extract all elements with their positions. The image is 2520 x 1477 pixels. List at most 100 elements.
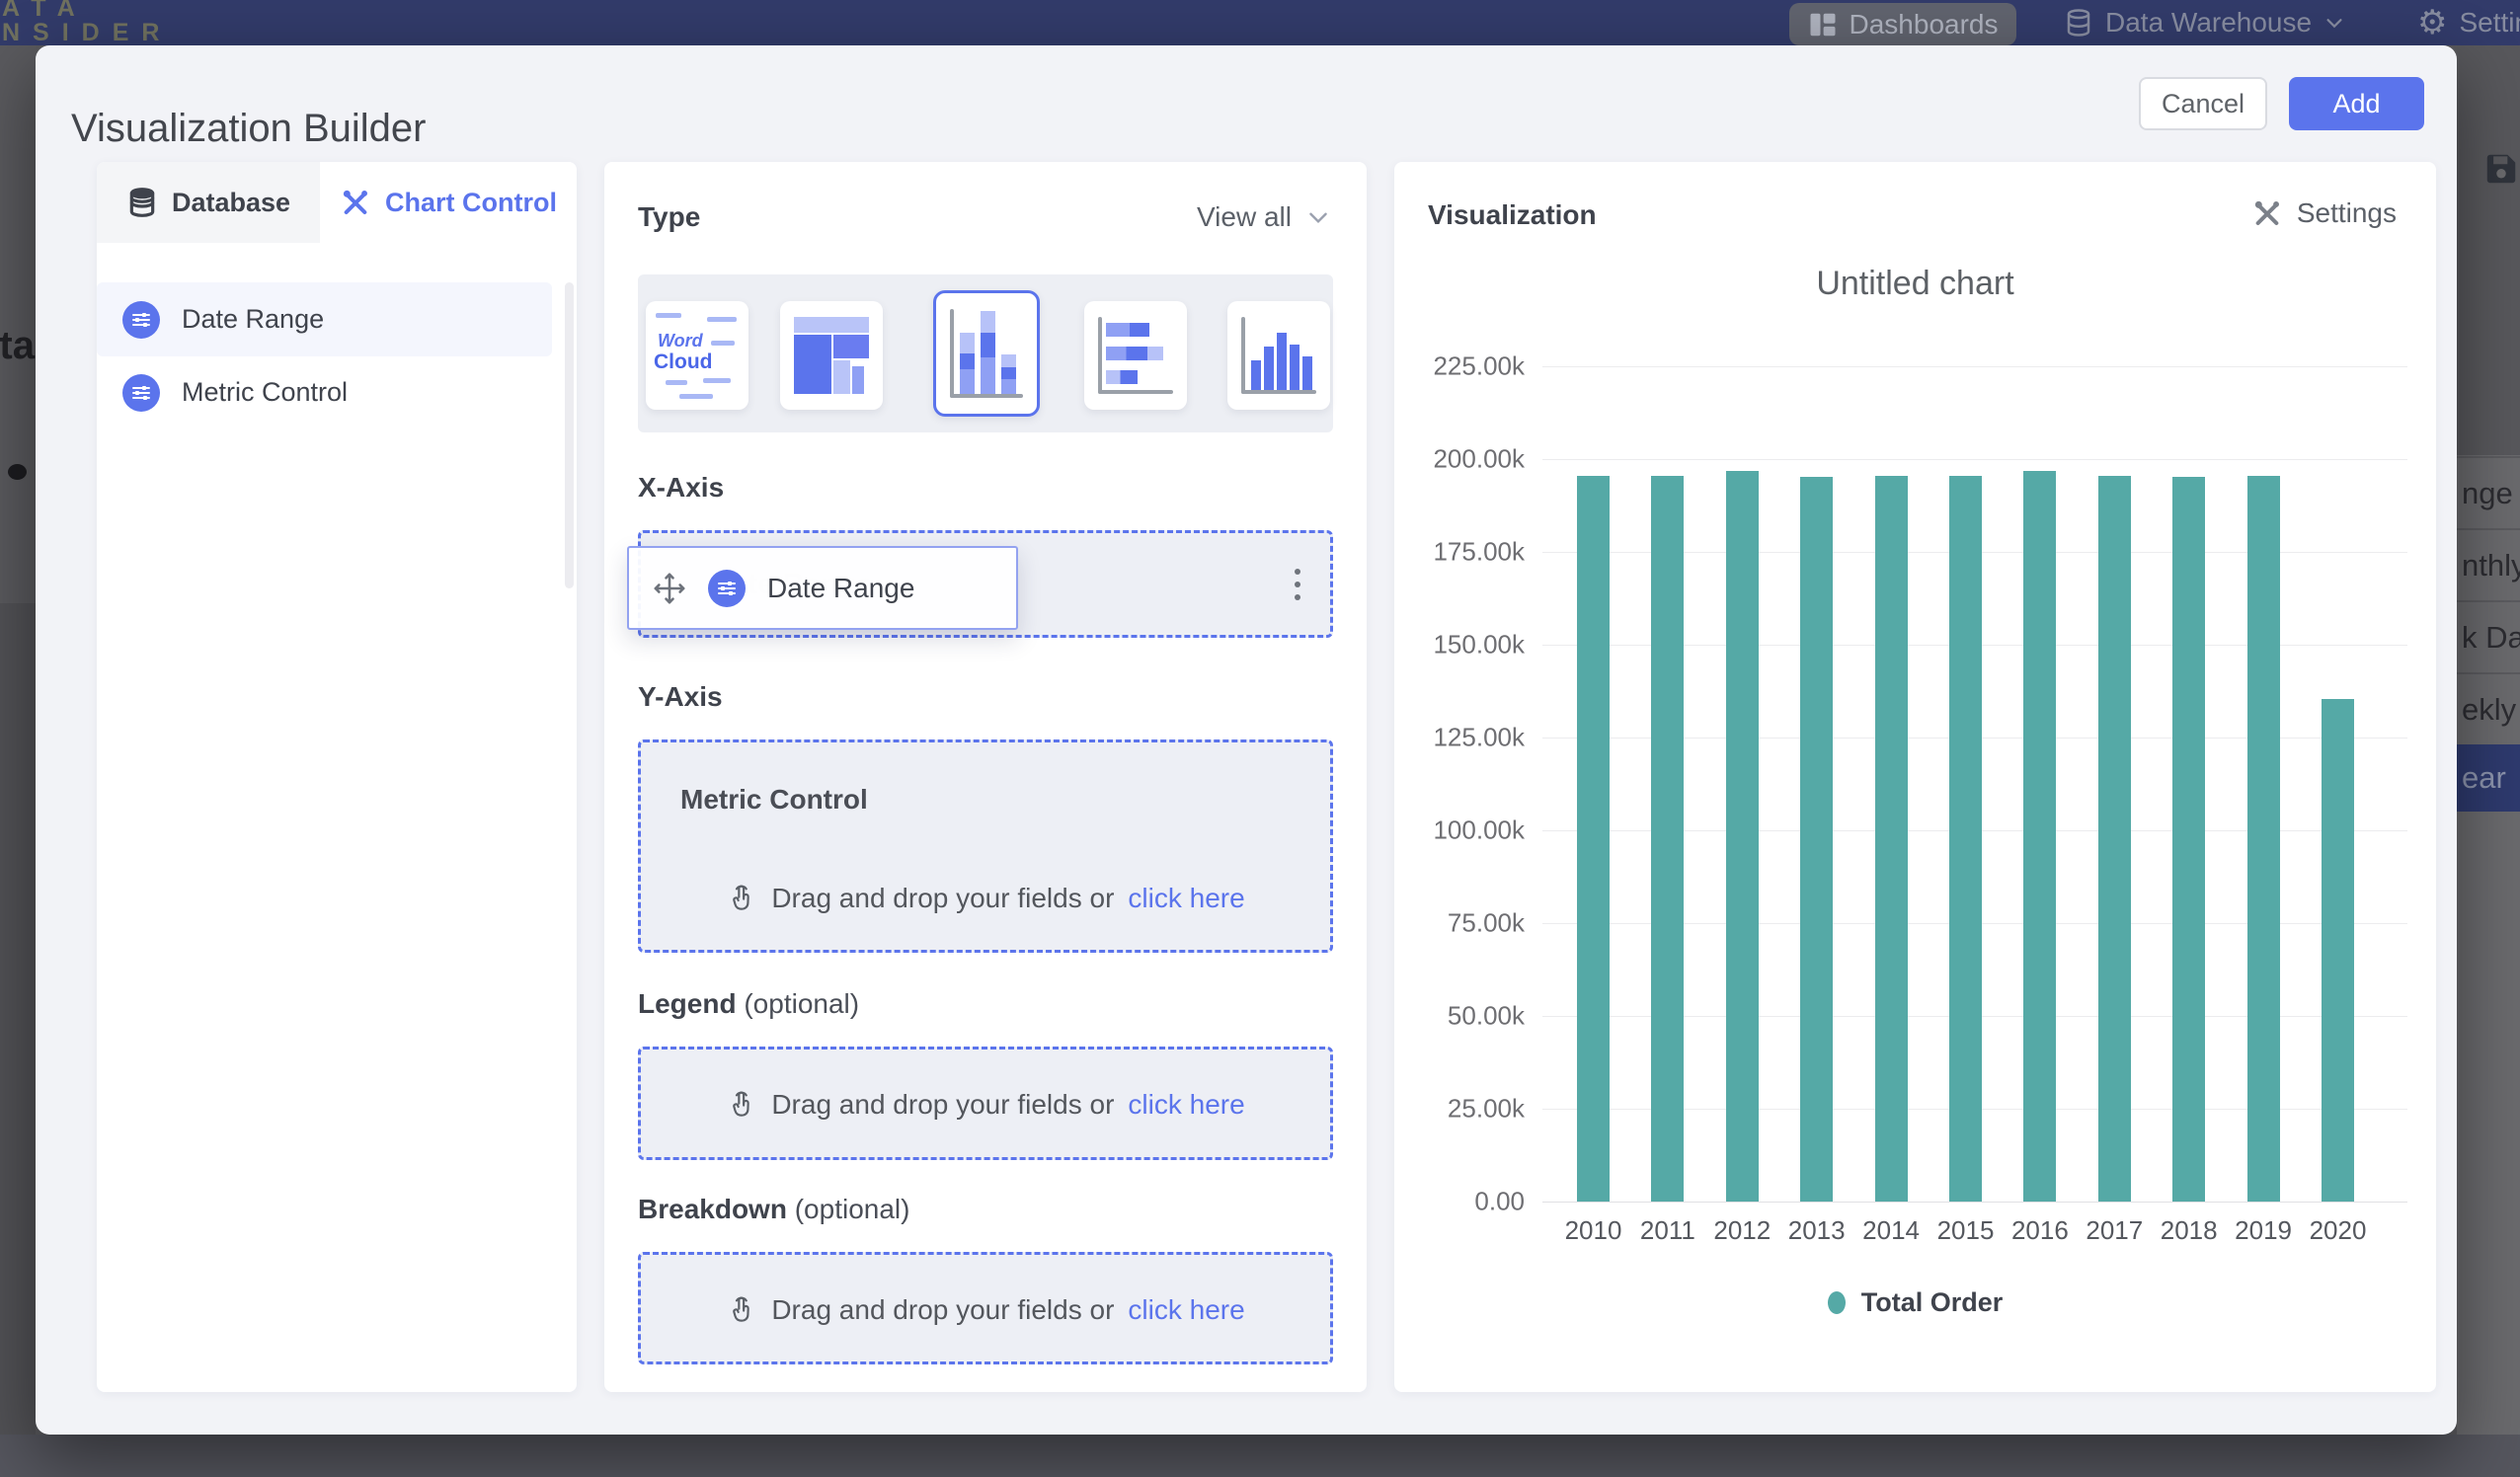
y-tick-label: 150.00k — [1406, 630, 1525, 661]
fields-panel: Database Chart Control Date Range Metric … — [97, 162, 577, 1392]
tools-icon — [340, 187, 371, 218]
view-all-dropdown[interactable]: View all — [1197, 201, 1331, 233]
mini-bar — [1264, 347, 1274, 390]
x-axis-label: X-Axis — [638, 472, 724, 504]
breakdown-drop-zone[interactable]: Drag and drop your fields or click here — [638, 1252, 1333, 1364]
mini-axis — [1098, 390, 1173, 394]
dragged-field-chip[interactable]: Date Range — [627, 546, 1018, 630]
legend-drop-zone[interactable]: Drag and drop your fields or click here — [638, 1047, 1333, 1160]
bar-2015[interactable] — [1949, 476, 1982, 1202]
click-here-link[interactable]: click here — [1128, 1089, 1244, 1121]
bar-2018[interactable] — [2172, 477, 2205, 1202]
chart-type-stacked-column-selected[interactable] — [933, 290, 1040, 417]
nav-item-settings[interactable]: ⚙ Settings — [2417, 0, 2520, 45]
word-cloud-mini-word — [666, 380, 687, 385]
field-item-metric-control[interactable]: Metric Control — [97, 355, 552, 429]
app-logo: ATA NSIDER — [2, 0, 172, 45]
y-tick-label: 75.00k — [1406, 908, 1525, 939]
visualization-panel-title: Visualization — [1428, 199, 1597, 231]
y-tick-label: 100.00k — [1406, 816, 1525, 846]
legend-item-label: Total Order — [1861, 1287, 2004, 1318]
y-axis-drop-zone[interactable]: Metric Control Drag and drop your fields… — [638, 739, 1333, 953]
bar-2012[interactable] — [1726, 471, 1759, 1202]
cancel-button[interactable]: Cancel — [2139, 77, 2267, 130]
drop-hint-text: Drag and drop your fields or — [771, 1294, 1114, 1326]
chart-legend[interactable]: Total Order — [1394, 1287, 2436, 1318]
breakdown-label-text: Breakdown — [638, 1194, 787, 1224]
bar-2011[interactable] — [1651, 476, 1684, 1202]
bar-2020[interactable] — [2322, 699, 2354, 1202]
background-dropdown-item[interactable]: nthly — [2457, 528, 2520, 600]
move-icon — [653, 572, 686, 605]
mini-bar — [1302, 356, 1312, 390]
word-cloud-mini-word — [707, 317, 737, 322]
treemap-rect — [833, 335, 869, 358]
gridline — [1542, 459, 2407, 460]
nav-item-dashboards[interactable]: Dashboards — [1789, 3, 2016, 45]
add-button[interactable]: Add — [2289, 77, 2424, 130]
field-item-label: Metric Control — [182, 377, 348, 408]
legend-label-text: Legend — [638, 988, 737, 1019]
database-icon — [126, 187, 158, 218]
y-tick-label: 175.00k — [1406, 537, 1525, 568]
treemap-rect — [794, 335, 831, 394]
tab-chart-control[interactable]: Chart Control — [320, 162, 577, 243]
dashboard-grid-icon — [1808, 10, 1838, 39]
gridline — [1542, 1202, 2407, 1203]
background-bottom-strip — [0, 1435, 2520, 1477]
drop-hint: Drag and drop your fields or click here — [641, 1294, 1330, 1326]
bar-2017[interactable] — [2098, 476, 2131, 1202]
logo-line-1: ATA — [2, 0, 172, 21]
mini-axis — [1241, 390, 1316, 394]
settings-button[interactable]: Settings — [2251, 197, 2397, 229]
click-here-link[interactable]: click here — [1128, 883, 1244, 914]
mini-axis — [950, 394, 1023, 398]
bar-2016[interactable] — [2023, 471, 2056, 1202]
field-item-label: Date Range — [182, 304, 324, 335]
kebab-menu-icon[interactable] — [1295, 569, 1300, 600]
tab-database[interactable]: Database — [97, 162, 320, 243]
mini-hbar — [1106, 370, 1138, 384]
nav-item-data-warehouse[interactable]: Data Warehouse — [2064, 0, 2345, 45]
background-shade — [2457, 45, 2520, 455]
field-item-date-range[interactable]: Date Range — [97, 282, 552, 356]
click-here-link[interactable]: click here — [1128, 1294, 1244, 1326]
settings-label: Settings — [2297, 197, 2397, 229]
breakdown-label: Breakdown (optional) — [638, 1194, 909, 1225]
bar-2014[interactable] — [1875, 476, 1908, 1202]
hand-click-icon — [726, 1294, 757, 1326]
screen: ATA NSIDER Dashboards Data Warehouse ⚙ S… — [0, 0, 2520, 1477]
hand-click-icon — [726, 883, 757, 914]
background-bullet-dot — [8, 464, 27, 480]
mini-bar — [1251, 360, 1261, 390]
bar-2019[interactable] — [2247, 476, 2280, 1202]
chart-type-stacked-bar[interactable] — [1084, 301, 1187, 410]
chart-type-column[interactable] — [1227, 301, 1330, 410]
control-field-icon — [708, 570, 746, 607]
background-dropdown-item[interactable]: ear — [2457, 744, 2520, 812]
background-section-divider — [0, 603, 36, 1435]
chip-label: Date Range — [767, 573, 914, 604]
y-zone-title: Metric Control — [680, 784, 868, 816]
mini-hbar — [1106, 347, 1163, 360]
optional-suffix: (optional) — [795, 1194, 910, 1224]
optional-suffix: (optional) — [744, 988, 859, 1019]
top-navbar: ATA NSIDER Dashboards Data Warehouse ⚙ S… — [0, 0, 2520, 45]
background-dropdown-item[interactable]: nge — [2457, 456, 2520, 528]
background-dropdown-item[interactable]: ekly — [2457, 672, 2520, 744]
save-icon — [2482, 150, 2520, 188]
mini-stacked-bar — [1001, 354, 1016, 394]
chart-type-word-cloud[interactable]: Word Cloud — [646, 301, 748, 410]
chart-type-treemap[interactable] — [780, 301, 883, 410]
bar-2013[interactable] — [1800, 477, 1833, 1202]
builder-panel: Type View all Word Cloud — [604, 162, 1367, 1392]
word-cloud-word: Word — [658, 331, 703, 351]
scrollbar[interactable] — [565, 282, 574, 588]
y-tick-label: 25.00k — [1406, 1094, 1525, 1125]
view-all-label: View all — [1197, 201, 1292, 233]
y-tick-label: 225.00k — [1406, 351, 1525, 382]
bar-2010[interactable] — [1577, 476, 1610, 1202]
word-cloud-mini-word — [656, 313, 681, 318]
type-label: Type — [638, 201, 700, 233]
background-dropdown-item[interactable]: k Date — [2457, 600, 2520, 672]
